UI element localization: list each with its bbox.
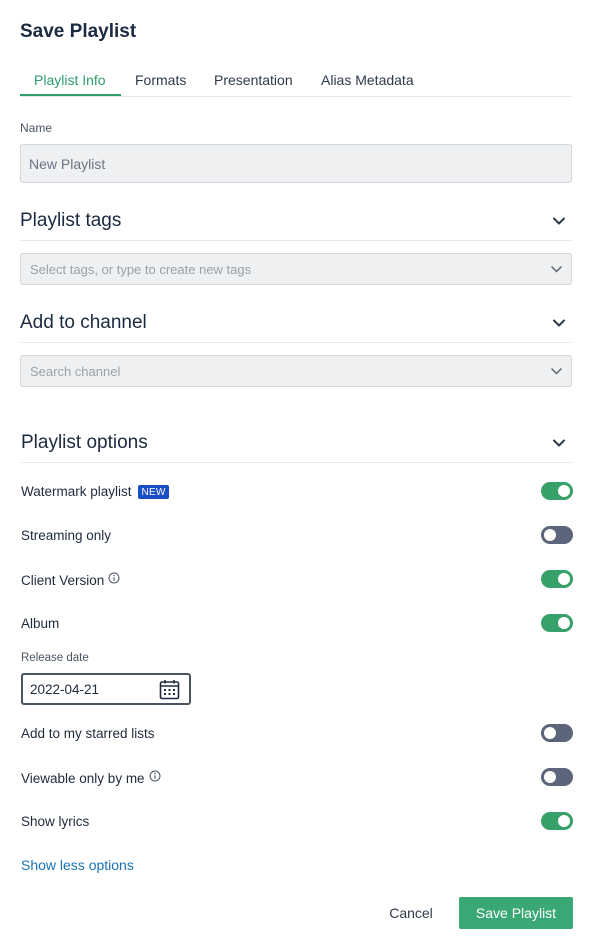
- playlist-tags-chevron-icon[interactable]: [552, 214, 566, 228]
- viewable-only-by-me-label: Viewable only by me: [21, 770, 161, 786]
- save-playlist-button[interactable]: Save Playlist: [459, 897, 573, 929]
- client-version-toggle[interactable]: [541, 570, 573, 588]
- calendar-icon[interactable]: [159, 679, 180, 705]
- tab-bar: Playlist Info Formats Presentation Alias…: [20, 69, 572, 97]
- info-icon[interactable]: [149, 770, 161, 785]
- show-lyrics-toggle[interactable]: [541, 812, 573, 830]
- album-label: Album: [21, 616, 60, 631]
- streaming-only-toggle[interactable]: [541, 526, 573, 544]
- section-divider: [20, 342, 572, 343]
- release-date-value: 2022-04-21: [30, 682, 100, 697]
- chevron-down-icon: [550, 365, 563, 383]
- show-less-options-link[interactable]: Show less options: [21, 857, 134, 873]
- tab-presentation[interactable]: Presentation: [214, 72, 293, 88]
- watermark-playlist-toggle[interactable]: [541, 482, 573, 500]
- playlist-options-chevron-icon[interactable]: [552, 436, 566, 450]
- channel-select[interactable]: Search channel: [20, 355, 572, 387]
- release-date-label: Release date: [21, 652, 89, 664]
- channel-select-placeholder: Search channel: [30, 364, 121, 379]
- show-lyrics-label: Show lyrics: [21, 814, 90, 829]
- streaming-only-label: Streaming only: [21, 528, 112, 543]
- starred-lists-toggle[interactable]: [541, 724, 573, 742]
- playlist-options-heading: Playlist options: [21, 432, 148, 453]
- new-badge: NEW: [137, 485, 170, 499]
- tags-select[interactable]: Select tags, or type to create new tags: [20, 253, 572, 285]
- tab-alias-metadata[interactable]: Alias Metadata: [321, 72, 414, 88]
- section-divider: [20, 240, 572, 241]
- album-toggle[interactable]: [541, 614, 573, 632]
- dialog-title: Save Playlist: [20, 21, 137, 42]
- playlist-tags-heading: Playlist tags: [20, 210, 122, 231]
- section-divider: [21, 462, 573, 463]
- active-tab-indicator: [20, 94, 121, 96]
- tab-playlist-info[interactable]: Playlist Info: [34, 72, 106, 88]
- tab-formats[interactable]: Formats: [135, 72, 186, 88]
- tags-select-placeholder: Select tags, or type to create new tags: [30, 262, 252, 277]
- add-to-channel-heading: Add to channel: [20, 312, 147, 333]
- name-label: Name: [20, 121, 53, 135]
- name-input[interactable]: [20, 144, 572, 183]
- cancel-button[interactable]: Cancel: [376, 897, 446, 929]
- starred-lists-label: Add to my starred lists: [21, 726, 155, 741]
- client-version-label: Client Version: [21, 572, 120, 588]
- info-icon[interactable]: [108, 572, 120, 587]
- release-date-input[interactable]: 2022-04-21: [21, 673, 191, 705]
- add-to-channel-chevron-icon[interactable]: [552, 316, 566, 330]
- viewable-only-by-me-toggle[interactable]: [541, 768, 573, 786]
- watermark-playlist-label: Watermark playlist NEW: [21, 484, 170, 499]
- chevron-down-icon: [550, 263, 563, 281]
